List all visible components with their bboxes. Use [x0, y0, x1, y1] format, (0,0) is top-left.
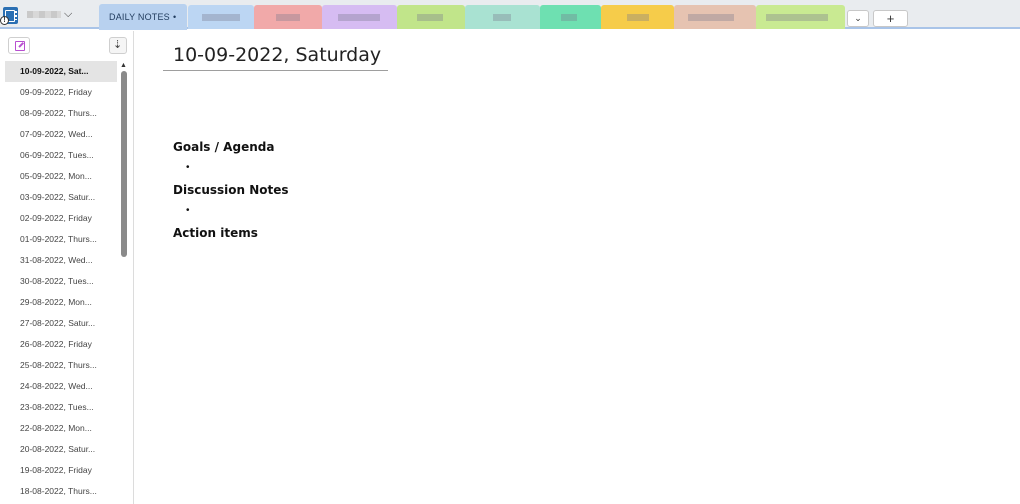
page-list-pane: ⇣ 10-09-2022, Sat... 09-09-2022, Friday 08…: [0, 31, 134, 504]
chevron-down-icon[interactable]: ⌵: [64, 8, 72, 21]
page-list-item[interactable]: 08-09-2022, Thurs...: [5, 103, 117, 124]
page-list-item[interactable]: 19-08-2022, Friday: [5, 460, 117, 481]
sort-pages-button[interactable]: ⇣: [109, 37, 127, 54]
page-list: 10-09-2022, Sat... 09-09-2022, Friday 08-0…: [5, 61, 117, 502]
page-list-item[interactable]: 25-08-2022, Thurs...: [5, 355, 117, 376]
page-list-item[interactable]: 24-08-2022, Wed...: [5, 376, 117, 397]
page-list-item[interactable]: 22-08-2022, Mon...: [5, 418, 117, 439]
page-list-item[interactable]: 06-09-2022, Tues...: [5, 145, 117, 166]
page-list-item[interactable]: 03-09-2022, Satur...: [5, 187, 117, 208]
section-tab-bar: ! ⌵ DAILY NOTES • ⌄ +: [0, 0, 1020, 30]
empty-bullet[interactable]: •: [186, 162, 190, 173]
heading-action-items[interactable]: Action items: [173, 226, 258, 240]
heading-discussion-notes[interactable]: Discussion Notes: [173, 183, 289, 197]
section-tab[interactable]: [397, 5, 465, 29]
section-tab[interactable]: [756, 5, 845, 29]
scroll-up-arrow[interactable]: ▲: [120, 62, 127, 69]
page-list-item[interactable]: 29-08-2022, Mon...: [5, 292, 117, 313]
scrollbar-thumb[interactable]: [121, 71, 127, 257]
page-list-item[interactable]: 27-08-2022, Satur...: [5, 313, 117, 334]
section-tab[interactable]: [188, 5, 254, 29]
active-tab-dot: •: [173, 12, 177, 22]
sync-warning-icon: !: [0, 16, 9, 25]
sort-icon: ⇣: [113, 39, 123, 51]
section-tab[interactable]: [322, 5, 397, 29]
page-list-item[interactable]: 05-09-2022, Mon...: [5, 166, 117, 187]
tab-label: DAILY NOTES: [109, 12, 170, 22]
page-list-item[interactable]: 31-08-2022, Wed...: [5, 250, 117, 271]
empty-bullet[interactable]: •: [186, 205, 190, 216]
add-section-button[interactable]: +: [873, 10, 908, 27]
more-sections-button[interactable]: ⌄: [847, 10, 869, 27]
page-list-item[interactable]: 23-08-2022, Tues...: [5, 397, 117, 418]
onenote-window: ! ⌵ DAILY NOTES • ⌄ + ⇣ 10-09-2022, Sat.…: [0, 0, 1020, 504]
page-list-item[interactable]: 02-09-2022, Friday: [5, 208, 117, 229]
page-list-item[interactable]: 18-08-2022, Thurs...: [5, 481, 117, 502]
page-canvas[interactable]: 10-09-2022, Saturday Goals / Agenda • Di…: [135, 31, 1020, 504]
section-tab[interactable]: [601, 5, 674, 29]
page-list-item[interactable]: 07-09-2022, Wed...: [5, 124, 117, 145]
page-list-item[interactable]: 30-08-2022, Tues...: [5, 271, 117, 292]
section-tab[interactable]: [465, 5, 540, 29]
page-list-item[interactable]: 26-08-2022, Friday: [5, 334, 117, 355]
section-tab[interactable]: [674, 5, 756, 29]
title-divider: [163, 70, 388, 71]
page-title[interactable]: 10-09-2022, Saturday: [173, 44, 381, 66]
page-list-item[interactable]: 01-09-2022, Thurs...: [5, 229, 117, 250]
heading-goals-agenda[interactable]: Goals / Agenda: [173, 140, 274, 154]
page-list-item[interactable]: 09-09-2022, Friday: [5, 82, 117, 103]
section-tab[interactable]: [254, 5, 322, 29]
page-list-item[interactable]: 20-08-2022, Satur...: [5, 439, 117, 460]
tab-daily-notes[interactable]: DAILY NOTES •: [99, 4, 187, 30]
page-list-item[interactable]: 10-09-2022, Sat...: [5, 61, 117, 82]
notebook-name-redacted[interactable]: [27, 11, 61, 18]
section-tab[interactable]: [540, 5, 601, 29]
add-page-icon[interactable]: [8, 37, 30, 54]
